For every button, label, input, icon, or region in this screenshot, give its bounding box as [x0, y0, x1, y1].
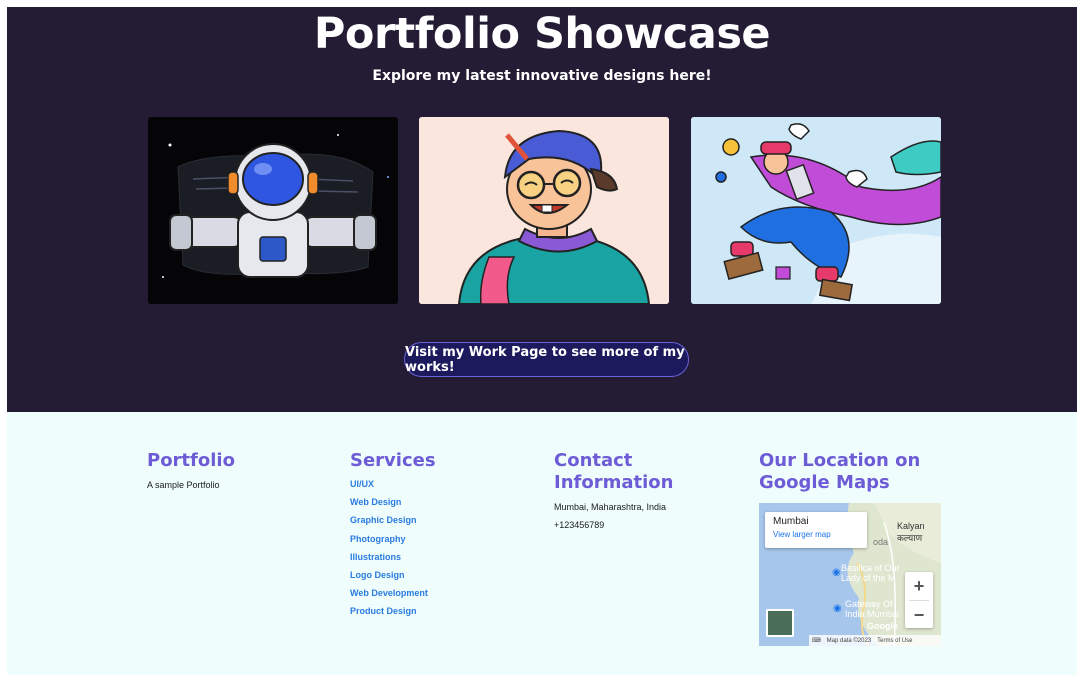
footer-portfolio-heading: Portfolio [147, 450, 235, 471]
google-map-embed[interactable]: Kalyan कल्याण oda Basilica of Our Lady o… [759, 503, 941, 646]
map-place-name: Mumbai [773, 516, 809, 527]
portfolio-image-astronaut[interactable] [148, 117, 398, 304]
character-illustration [419, 117, 669, 304]
hero-section: Portfolio Showcase Explore my latest inn… [7, 7, 1077, 412]
terms-link[interactable]: Terms of Use [877, 638, 912, 644]
service-link-logo-design[interactable]: Logo Design [350, 570, 405, 580]
list-item: Graphic Design [350, 511, 530, 529]
service-link-photography[interactable]: Photography [350, 534, 406, 544]
map-pin-icon: ◉ [832, 567, 841, 578]
map-info-popup: Mumbai View larger map [765, 512, 867, 548]
portfolio-image-splash[interactable] [691, 117, 941, 304]
list-item: Web Development [350, 584, 530, 602]
list-item: Logo Design [350, 566, 530, 584]
footer-portfolio-text: A sample Portfolio [147, 480, 220, 490]
service-link-uiux[interactable]: UI/UX [350, 479, 374, 489]
map-label-basilica: Basilica of Our Lady of the M [841, 563, 900, 583]
keyboard-icon[interactable]: ⌨ [812, 637, 821, 644]
zoom-in-button[interactable]: + [905, 572, 933, 600]
map-label-gateway: Gateway Of India Mumbai [845, 599, 900, 619]
footer-contact-column: Contact Information Mumbai, Maharashtra,… [554, 450, 744, 534]
map-label-kalyan: Kalyan [897, 521, 925, 531]
map-label-kalyan-local: कल्याण [897, 533, 923, 543]
splash-illustration [691, 117, 941, 304]
view-larger-map-link[interactable]: View larger map [773, 530, 859, 539]
footer-location-column: Our Location on Google Maps [759, 450, 941, 494]
footer-portfolio-column: Portfolio A sample Portfolio [147, 450, 327, 494]
work-page-button[interactable]: Visit my Work Page to see more of my wor… [404, 342, 689, 377]
list-item: Photography [350, 530, 530, 548]
portfolio-image-character[interactable] [419, 117, 669, 304]
contact-address: Mumbai, Maharashtra, India [554, 502, 667, 512]
footer-services-column: Services UI/UX Web Design Graphic Design… [350, 450, 530, 621]
service-link-graphic-design[interactable]: Graphic Design [350, 515, 417, 525]
page-title: Portfolio Showcase [313, 9, 771, 59]
list-item: UI/UX [350, 475, 530, 493]
list-item: Product Design [350, 602, 530, 620]
service-link-product-design[interactable]: Product Design [350, 606, 417, 616]
service-link-illustrations[interactable]: Illustrations [350, 552, 401, 562]
satellite-toggle-button[interactable] [766, 609, 794, 637]
landmark-pin-icon: ◉ [833, 603, 842, 614]
map-label-oda: oda [873, 537, 889, 547]
hero-subtitle: Explore my latest innovative designs her… [372, 68, 712, 84]
list-item: Illustrations [350, 548, 530, 566]
footer-location-heading: Our Location on Google Maps [759, 450, 921, 493]
service-link-web-design[interactable]: Web Design [350, 497, 401, 507]
footer-services-heading: Services [350, 450, 436, 471]
contact-phone: +123456789 [554, 520, 605, 530]
astronaut-illustration [148, 117, 398, 304]
zoom-out-button[interactable]: − [905, 601, 933, 629]
footer-contact-heading: Contact Information [554, 450, 674, 493]
map-zoom-controls: + − [905, 572, 933, 628]
list-item: Web Design [350, 493, 530, 511]
map-attribution: ⌨ Map data ©2023 Terms of Use [809, 635, 941, 646]
google-logo: Google [867, 621, 898, 631]
footer: Portfolio A sample Portfolio Services UI… [7, 412, 1077, 675]
services-list: UI/UX Web Design Graphic Design Photogra… [350, 475, 530, 621]
map-data-text: Map data ©2023 [826, 637, 872, 644]
service-link-web-development[interactable]: Web Development [350, 588, 428, 598]
